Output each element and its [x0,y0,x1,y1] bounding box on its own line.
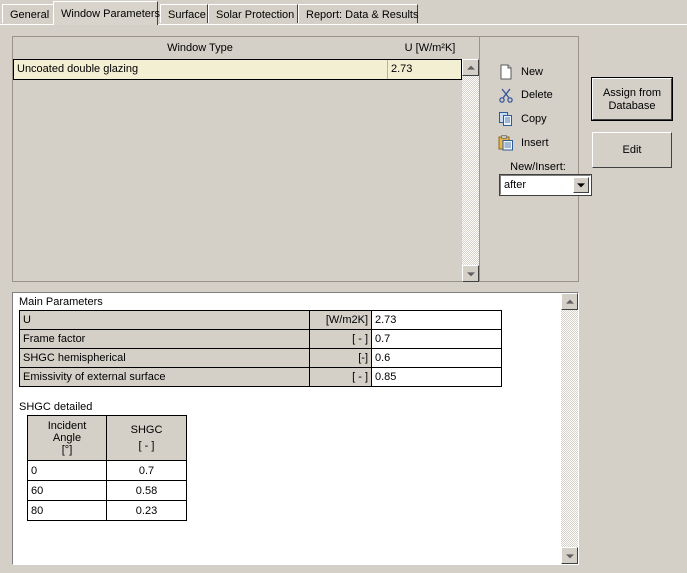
parameter-name: Emissivity of external surface [19,367,310,387]
table-row: 60 0.58 [27,480,187,501]
scroll-up-button[interactable] [561,293,578,310]
parameters-detail-panel: Main Parameters U [W/m2K] 2.73 Frame fac… [12,292,579,565]
tab-label: Surface [168,9,206,21]
copy-icon [498,111,514,127]
shgc-header-incident-angle: Incident Angle [°] [27,415,107,461]
paste-clipboard-icon [498,135,514,151]
edit-button-label: Edit [622,144,642,156]
parameters-detail-content: Main Parameters U [W/m2K] 2.73 Frame fac… [13,293,561,564]
header-line-2: Angle [52,432,82,444]
chevron-down-icon [565,553,574,558]
shgc-header-shgc: SHGC [ - ] [106,415,187,461]
tab-surface[interactable]: Surface [160,4,208,23]
cell-window-type: Uncoated double glazing [17,63,139,75]
parameter-unit: [-] [309,348,372,368]
shgc-detailed-table: Incident Angle [°] SHGC [ - ] 0 0.7 60 0… [27,415,187,521]
parameter-value[interactable]: 2.73 [371,310,502,330]
cell-incident-angle[interactable]: 0 [27,460,107,481]
table-row: U [W/m2K] 2.73 [19,310,502,330]
table-row: Frame factor [ - ] 0.7 [19,329,502,349]
menu-item-label: Delete [521,89,553,101]
cell-shgc-value[interactable]: 0.7 [106,460,187,481]
cell-incident-angle[interactable]: 60 [27,480,107,501]
new-document-icon [498,64,514,80]
cell-divider [387,60,388,79]
chevron-up-icon [565,299,574,304]
table-row: Emissivity of external surface [ - ] 0.8… [19,367,502,387]
header-line-3: [°] [61,444,73,456]
parameter-name: SHGC hemispherical [19,348,310,368]
grid-header-window-type[interactable]: Window Type [13,37,387,59]
header-line-1: SHGC [130,424,163,436]
parameter-unit: [W/m2K] [309,310,372,330]
parameter-value[interactable]: 0.85 [371,367,502,387]
scissors-icon [498,87,514,103]
tab-report-data-results[interactable]: Report: Data & Results [298,4,419,23]
scroll-down-button[interactable] [462,265,479,282]
shgc-detailed-title: SHGC detailed [19,401,93,413]
menu-item-insert[interactable]: Insert [498,134,549,152]
chevron-up-icon [466,65,475,70]
tab-label: Window Parameters [61,8,161,20]
cell-shgc-value[interactable]: 0.23 [106,500,187,521]
panel-divider [479,37,480,281]
scroll-up-button[interactable] [462,59,479,76]
chevron-down-icon [466,271,475,276]
menu-item-label: New [521,66,544,78]
tab-label: Report: Data & Results [306,9,419,21]
table-row[interactable]: Uncoated double glazing 2.73 [13,59,462,80]
detail-vertical-scrollbar[interactable] [561,293,578,564]
tab-solar-protection[interactable]: Solar Protection [208,4,298,23]
cell-incident-angle[interactable]: 80 [27,500,107,521]
parameter-name: U [19,310,310,330]
parameter-value[interactable]: 0.7 [371,329,502,349]
table-header-row: Incident Angle [°] SHGC [ - ] [27,415,187,461]
list-vertical-scrollbar[interactable] [462,59,479,282]
cell-u-value: 2.73 [391,63,413,75]
new-insert-position-dropdown[interactable]: after [499,174,592,196]
assign-button-label-line2: Database [608,100,656,112]
assign-button-label-line1: Assign from [602,87,662,99]
chevron-down-icon [577,183,585,188]
record-actions-menu: New Delete Copy Insert New/Insert: after [481,37,592,281]
menu-item-label: Insert [521,137,549,149]
tab-label: Solar Protection [216,9,295,21]
scroll-down-button[interactable] [561,547,578,564]
grid-header-u-value[interactable]: U [W/m²K] [387,37,473,59]
header-line-1: Incident [47,420,87,432]
menu-item-new[interactable]: New [498,63,543,81]
menu-item-delete[interactable]: Delete [498,86,553,104]
dropdown-value: after [504,179,527,191]
cell-shgc-value[interactable]: 0.58 [106,480,187,501]
menu-item-copy[interactable]: Copy [498,110,547,128]
window-type-list-panel: Window Type U [W/m²K] Uncoated double gl… [12,36,592,282]
tab-label: General [10,9,50,21]
parameter-name: Frame factor [19,329,310,349]
main-parameters-table: U [W/m2K] 2.73 Frame factor [ - ] 0.7 SH… [19,310,502,387]
tab-bar: General Window Parameters Surface Solar … [0,0,687,25]
table-row: 0 0.7 [27,460,187,481]
table-row: 80 0.23 [27,500,187,521]
parameter-unit: [ - ] [309,329,372,349]
tab-window-parameters[interactable]: Window Parameters [53,1,161,25]
parameter-unit: [ - ] [309,367,372,387]
edit-button[interactable]: Edit [592,132,672,168]
table-row: SHGC hemispherical [-] 0.6 [19,348,502,368]
menu-item-label: Copy [521,113,547,125]
assign-from-database-button[interactable]: Assign from Database [591,77,673,121]
dropdown-toggle-button[interactable] [573,177,589,193]
header-line-2: [ - ] [138,440,155,452]
parameter-value[interactable]: 0.6 [371,348,502,368]
new-insert-position-label: New/Insert: [510,161,566,173]
main-parameters-title: Main Parameters [19,296,103,308]
